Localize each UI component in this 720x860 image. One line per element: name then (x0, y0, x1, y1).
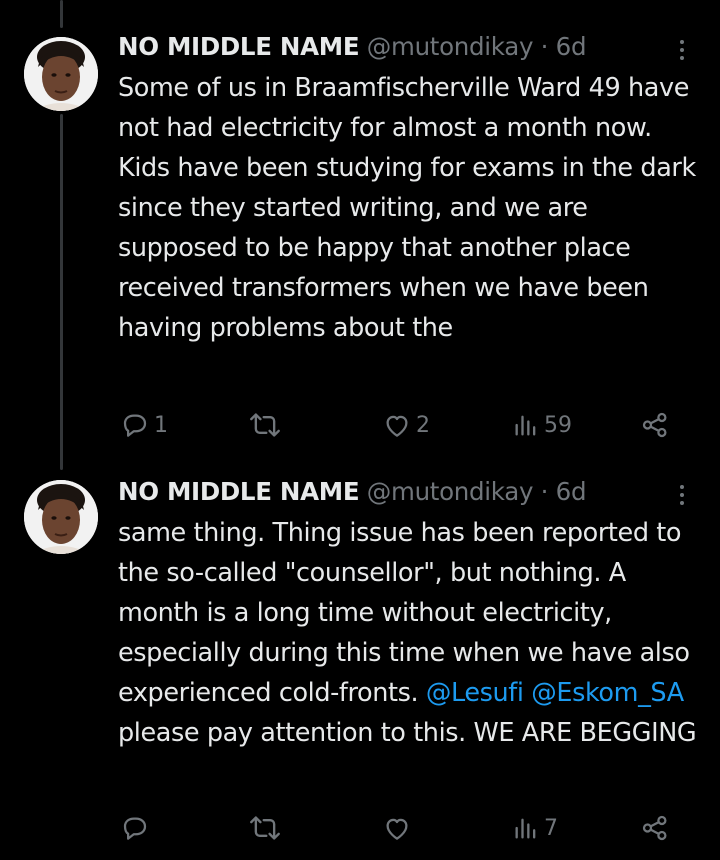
like-button[interactable] (382, 808, 416, 848)
author-name[interactable]: NO MIDDLE NAME (118, 32, 360, 61)
tweet-1[interactable]: NO MIDDLE NAME @mutondikay · 6d Some of … (0, 0, 720, 460)
views-button[interactable]: 59 (512, 405, 572, 445)
tweet-text: same thing. Thing issue has been reporte… (118, 513, 708, 753)
reply-icon (123, 817, 147, 840)
views-count: 7 (544, 815, 558, 841)
author-handle[interactable]: @mutondikay (367, 477, 534, 506)
views-icon (515, 818, 536, 839)
heart-icon (386, 818, 408, 840)
avatar[interactable] (24, 480, 98, 554)
reply-button[interactable] (120, 808, 154, 848)
author-name[interactable]: NO MIDDLE NAME (118, 477, 360, 506)
action-bar: 7 (0, 808, 720, 848)
avatar-image (24, 37, 98, 111)
tweet-text: Some of us in Braamfischerville Ward 49 … (118, 73, 696, 343)
avatar-image (24, 480, 98, 554)
tweet-header: NO MIDDLE NAME @mutondikay · 6d (118, 475, 680, 509)
timestamp[interactable]: 6d (556, 32, 587, 61)
more-options-icon[interactable] (672, 36, 692, 66)
repost-icon (250, 816, 280, 840)
share-button[interactable] (640, 808, 670, 848)
author-handle[interactable]: @mutondikay (367, 32, 534, 61)
share-icon (642, 815, 667, 841)
repost-icon (250, 413, 280, 437)
action-bar: 1 2 59 (0, 405, 720, 445)
mention-link-lesufi[interactable]: @Lesufi (426, 678, 524, 708)
separator-dot: · (540, 32, 549, 61)
more-options-icon[interactable] (672, 481, 692, 511)
repost-button[interactable] (248, 808, 286, 848)
avatar[interactable] (24, 37, 98, 111)
separator-dot: · (540, 477, 549, 506)
reply-icon (123, 414, 147, 437)
tweet-header: NO MIDDLE NAME @mutondikay · 6d (118, 30, 680, 64)
like-count: 2 (416, 412, 430, 438)
tweet-text-tail: please pay attention to this. WE ARE BEG… (118, 718, 697, 748)
views-button[interactable]: 7 (512, 808, 558, 848)
repost-button[interactable] (248, 405, 286, 445)
views-icon (515, 415, 536, 436)
share-icon (642, 412, 667, 438)
tweet-2[interactable]: NO MIDDLE NAME @mutondikay · 6d same thi… (0, 460, 720, 860)
reply-button[interactable]: 1 (120, 405, 168, 445)
share-button[interactable] (640, 405, 670, 445)
like-button[interactable]: 2 (382, 405, 430, 445)
heart-icon (386, 415, 408, 437)
mention-link-eskom[interactable]: @Eskom_SA (531, 678, 684, 708)
timestamp[interactable]: 6d (556, 477, 587, 506)
reply-count: 1 (154, 412, 168, 438)
views-count: 59 (544, 412, 572, 438)
